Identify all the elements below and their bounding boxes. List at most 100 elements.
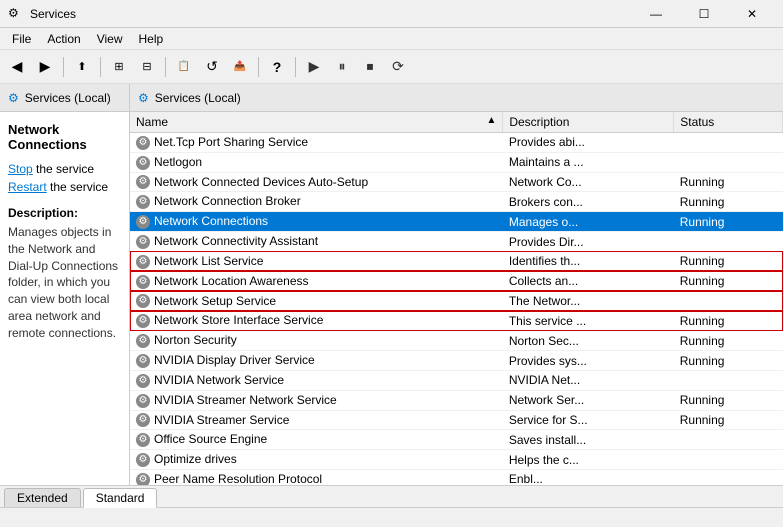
menu-file[interactable]: File: [4, 30, 39, 48]
table-row[interactable]: ⚙Network Connected Devices Auto-SetupNet…: [130, 172, 783, 192]
table-header-row: Name ▲ Description Status: [130, 112, 783, 133]
service-icon: ⚙: [136, 255, 150, 269]
cell-description: Collects an...: [503, 271, 674, 291]
col-header-name[interactable]: Name ▲: [130, 112, 503, 133]
cell-status: Running: [674, 390, 783, 410]
help-button[interactable]: ?: [264, 54, 290, 80]
stop-link[interactable]: Stop: [8, 162, 33, 176]
table-row[interactable]: ⚙Network Connection BrokerBrokers con...…: [130, 192, 783, 212]
stop-action-line: Stop the service: [8, 162, 121, 176]
cell-description: Brokers con...: [503, 192, 674, 212]
menu-help[interactable]: Help: [131, 30, 172, 48]
left-panel-title: Services (Local): [25, 91, 111, 105]
right-panel-header: ⚙ Services (Local): [130, 84, 783, 112]
description-text: Manages objects in the Network and Dial-…: [8, 224, 121, 342]
service-name-text: Net.Tcp Port Sharing Service: [154, 135, 308, 149]
toolbar-separator-2: [100, 57, 101, 77]
table-row[interactable]: ⚙NVIDIA Streamer Network ServiceNetwork …: [130, 390, 783, 410]
close-button[interactable]: ✕: [729, 0, 775, 28]
pause-button[interactable]: ⏸: [329, 54, 355, 80]
service-name-text: Network Connection Broker: [154, 194, 301, 208]
service-name-text: Norton Security: [154, 333, 237, 347]
cell-service-name: ⚙NVIDIA Streamer Network Service: [130, 390, 503, 410]
restart-button[interactable]: ⟳: [385, 54, 411, 80]
toolbar-separator-5: [295, 57, 296, 77]
service-icon: ⚙: [136, 235, 150, 249]
service-name-text: Netlogon: [154, 155, 202, 169]
table-row[interactable]: ⚙Network Connectivity AssistantProvides …: [130, 232, 783, 252]
cell-service-name: ⚙ Norton Security: [130, 331, 503, 351]
cell-service-name: ⚙NVIDIA Streamer Service: [130, 410, 503, 430]
maximize-button[interactable]: ☐: [681, 0, 727, 28]
description-label: Description:: [8, 206, 121, 220]
cell-description: Helps the c...: [503, 450, 674, 470]
cell-service-name: ⚙Network Setup Service: [130, 291, 503, 311]
cell-service-name: ⚙ NVIDIA Display Driver Service: [130, 351, 503, 371]
col-header-description[interactable]: Description: [503, 112, 674, 133]
table-row[interactable]: ⚙Network ConnectionsManages o...Running: [130, 212, 783, 232]
table-row[interactable]: ⚙NVIDIA Network ServiceNVIDIA Net...: [130, 370, 783, 390]
service-name-text: NVIDIA Display Driver Service: [154, 353, 315, 367]
forward-button[interactable]: ▶: [32, 54, 58, 80]
table-row[interactable]: ⚙Peer Name Resolution ProtocolEnbl...: [130, 470, 783, 485]
cell-description: Identifies th...: [503, 251, 674, 271]
refresh-button[interactable]: ↺: [199, 54, 225, 80]
stop-button[interactable]: ⏹: [357, 54, 383, 80]
play-button[interactable]: ▶: [301, 54, 327, 80]
cell-status: Running: [674, 212, 783, 232]
restart-link[interactable]: Restart: [8, 180, 47, 194]
table-row[interactable]: ⚙NetlogonMaintains a ...: [130, 152, 783, 172]
table-row[interactable]: ⚙NVIDIA Display Driver ServiceProvides s…: [130, 351, 783, 371]
toolbar: ◀ ▶ ⬆ ⊞ ⊟ 📋 ↺ 📤 ? ▶ ⏸ ⏹ ⟳: [0, 50, 783, 84]
show-hide-button2[interactable]: ⊟: [134, 54, 160, 80]
service-name-text: Network Store Interface Service: [154, 313, 323, 327]
properties-button[interactable]: 📋: [171, 54, 197, 80]
tab-standard[interactable]: Standard: [83, 488, 158, 508]
table-row[interactable]: ⚙Norton SecurityNorton Sec...Running: [130, 331, 783, 351]
cell-status: Running: [674, 271, 783, 291]
back-button[interactable]: ◀: [4, 54, 30, 80]
minimize-button[interactable]: —: [633, 0, 679, 28]
menu-view[interactable]: View: [89, 30, 131, 48]
window-controls: — ☐ ✕: [633, 0, 775, 28]
restart-action-line: Restart the service: [8, 180, 121, 194]
service-icon: ⚙: [136, 215, 150, 229]
cell-service-name: ⚙Office Source Engine: [130, 430, 503, 450]
cell-status: Running: [674, 172, 783, 192]
tab-extended[interactable]: Extended: [4, 488, 81, 507]
status-bar: [0, 507, 783, 527]
up-button[interactable]: ⬆: [69, 54, 95, 80]
show-hide-button[interactable]: ⊞: [106, 54, 132, 80]
service-icon: ⚙: [136, 334, 150, 348]
table-row[interactable]: ⚙Network Setup ServiceThe Networ...: [130, 291, 783, 311]
service-name-text: Peer Name Resolution Protocol: [154, 472, 322, 485]
table-row[interactable]: ⚙Network Store Interface ServiceThis ser…: [130, 311, 783, 331]
service-name-text: Optimize drives: [154, 452, 237, 466]
table-row[interactable]: ⚙Net.Tcp Port Sharing ServiceProvides ab…: [130, 133, 783, 153]
table-row[interactable]: ⚙Office Source EngineSaves install...: [130, 430, 783, 450]
title-bar: ⚙ Services — ☐ ✕: [0, 0, 783, 28]
window-title: Services: [30, 7, 633, 21]
table-row[interactable]: ⚙Network List ServiceIdentifies th...Run…: [130, 251, 783, 271]
service-name-text: NVIDIA Streamer Service: [154, 413, 289, 427]
export-button[interactable]: 📤: [227, 54, 253, 80]
services-table-container[interactable]: Name ▲ Description Status ⚙Net.Tcp Port …: [130, 112, 783, 485]
service-icon: ⚙: [136, 433, 150, 447]
service-icon: ⚙: [136, 354, 150, 368]
stop-suffix: the service: [33, 162, 94, 176]
cell-service-name: ⚙Network Store Interface Service: [130, 311, 503, 331]
cell-description: Service for S...: [503, 410, 674, 430]
services-table: Name ▲ Description Status ⚙Net.Tcp Port …: [130, 112, 783, 485]
selected-service-name: Network Connections: [8, 122, 121, 152]
service-name-text: Network Connected Devices Auto-Setup: [154, 175, 368, 189]
cell-description: NVIDIA Net...: [503, 370, 674, 390]
menu-bar: File Action View Help: [0, 28, 783, 50]
menu-action[interactable]: Action: [39, 30, 88, 48]
cell-description: Norton Sec...: [503, 331, 674, 351]
table-row[interactable]: ⚙NVIDIA Streamer ServiceService for S...…: [130, 410, 783, 430]
right-panel-icon: ⚙: [138, 91, 149, 105]
table-row[interactable]: ⚙Network Location AwarenessCollects an..…: [130, 271, 783, 291]
col-header-status[interactable]: Status: [674, 112, 783, 133]
table-row[interactable]: ⚙Optimize drivesHelps the c...: [130, 450, 783, 470]
cell-service-name: ⚙Net.Tcp Port Sharing Service: [130, 133, 503, 153]
